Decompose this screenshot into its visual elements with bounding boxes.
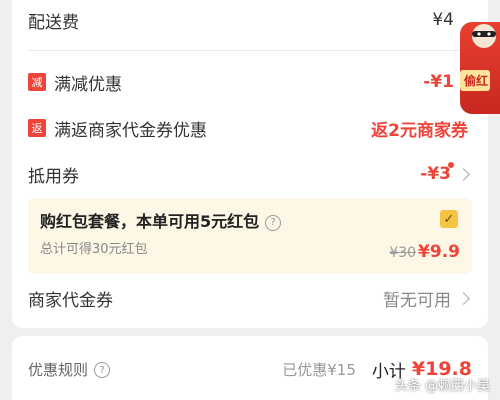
coupon-row[interactable]: 抵用券 -¥3 — [28, 158, 470, 190]
rebate-row: 返 满返商家代金券优惠 返2元商家券 — [28, 112, 468, 144]
help-icon[interactable]: ? — [94, 362, 111, 378]
float-button-label: 偷红 — [460, 70, 491, 91]
order-summary-card: 配送费 ¥4 减 满减优惠 -¥1 返 满返商家代金券优惠 返2元商家券 抵用券… — [12, 0, 488, 328]
saved-amount: 已优惠¥15 — [282, 360, 356, 379]
discount-value: -¥1 — [423, 72, 454, 92]
bandit-face-icon — [472, 24, 496, 48]
coupon-value: -¥3 — [420, 164, 451, 184]
delivery-fee-label: 配送费 — [28, 12, 79, 33]
red-packet-float-button[interactable]: 偷红 — [460, 22, 500, 114]
discount-row: 减 满减优惠 -¥1 — [28, 66, 468, 98]
discount-rules-text: 优惠规则 — [28, 360, 89, 379]
chevron-right-icon[interactable] — [457, 291, 470, 305]
rebate-tag-icon: 返 — [28, 119, 46, 137]
delivery-fee-value: ¥4 — [432, 10, 454, 30]
discount-tag-icon: 减 — [28, 73, 46, 91]
package-title: 购红包套餐，本单可用5元红包? — [40, 208, 282, 232]
package-sale-price: ¥9.9 — [418, 242, 460, 262]
delivery-fee-row: 配送费 ¥4 — [28, 4, 468, 36]
discount-rules-label[interactable]: 优惠规则? — [28, 359, 111, 380]
package-original-price: ¥30 — [389, 245, 417, 261]
package-price: ¥30 ¥9.9 — [389, 242, 460, 262]
rebate-label: 满返商家代金券优惠 — [54, 120, 207, 141]
package-checkbox[interactable]: ✓ — [440, 210, 458, 228]
watermark: 头条 @赖西小吴 — [394, 379, 490, 394]
help-icon[interactable]: ? — [265, 214, 282, 231]
merchant-voucher-label: 商家代金券 — [28, 290, 113, 311]
package-subtitle: 总计可得30元红包 — [40, 242, 148, 257]
chevron-right-icon[interactable] — [457, 167, 470, 181]
divider — [28, 50, 472, 51]
red-packet-package[interactable]: 购红包套餐，本单可用5元红包? 总计可得30元红包 ✓ ¥30 ¥9.9 — [28, 198, 472, 274]
notification-dot-icon — [448, 162, 454, 168]
package-title-text: 购红包套餐，本单可用5元红包 — [40, 212, 260, 231]
merchant-voucher-row[interactable]: 商家代金券 暂无可用 — [28, 282, 470, 314]
coupon-label: 抵用券 — [28, 166, 79, 187]
merchant-voucher-value: 暂无可用 — [383, 290, 451, 311]
discount-label: 满减优惠 — [54, 74, 122, 95]
rebate-value: 返2元商家券 — [371, 120, 468, 141]
